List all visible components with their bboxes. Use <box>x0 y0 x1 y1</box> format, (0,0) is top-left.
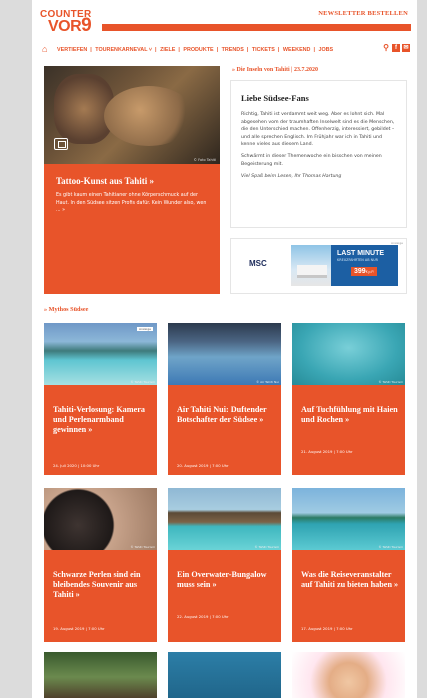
article-date: 19. August 2019 | 7:00 Uhr <box>53 626 105 631</box>
nav-item-tourenkarneval[interactable]: TOURENKARNEVAL ˅ <box>95 47 152 53</box>
search-icon[interactable]: ⚲ <box>382 44 390 52</box>
article-date: 17. August 2019 | 7:00 Uhr <box>301 626 353 631</box>
nav-item-ziele[interactable]: ZIELE <box>160 47 175 53</box>
article-date: 21. August 2019 | 7:00 Uhr <box>301 449 353 454</box>
article-image-partial[interactable] <box>292 652 405 698</box>
article-date: 20. August 2019 | 7:00 Uhr <box>177 463 229 468</box>
letter-paragraph-2: Schwärmt in dieser Themenwoche ein bissc… <box>241 153 382 167</box>
article-image-partial[interactable] <box>168 652 281 698</box>
facebook-icon[interactable]: f <box>392 44 400 52</box>
ad-headline: LAST MINUTE <box>337 250 385 257</box>
article-image[interactable]: © Tahiti Tourism <box>292 323 405 385</box>
article-date: 24. Juli 2020 | 10:00 Uhr <box>53 463 100 468</box>
article-card[interactable]: © Tahiti Tourism Auf Tuchfühlung mit Hai… <box>292 323 405 475</box>
image-credit: © Tahiti Tourism <box>130 380 155 384</box>
image-credit: © Tahiti Tourism <box>254 545 279 549</box>
header: COUNTER VOR9 NEWSLETTER BESTELLEN <box>32 0 417 40</box>
article-image-partial[interactable] <box>44 652 157 698</box>
article-card[interactable]: © Tahiti Tourism Was die Reiseveranstalt… <box>292 488 405 642</box>
logo-vor9[interactable]: VOR9 <box>48 15 92 37</box>
twitter-icon[interactable]: ✉ <box>402 44 410 52</box>
article-image[interactable]: © Tahiti Tourism <box>168 488 281 550</box>
letter-title: Liebe Südsee-Fans <box>241 93 309 103</box>
hero-article-card[interactable]: © Foto Tahiti Tattoo-Kunst aus Tahiti » … <box>44 66 220 294</box>
gallery-icon[interactable] <box>54 138 68 150</box>
article-card[interactable]: © Air Tahiti Nui Air Tahiti Nui: Duftend… <box>168 323 281 475</box>
main-nav: ⌂ VERTIEFEN | TOURENKARNEVAL ˅ | ZIELE | PR… <box>42 43 410 54</box>
image-credit: © Tahiti Tourism <box>378 380 403 384</box>
ad-price-suffix: € p.P. <box>365 270 375 274</box>
article-title[interactable]: Schwarze Perlen sind ein bleibendes Souv… <box>53 570 151 600</box>
header-bar <box>102 24 411 31</box>
editorial-letter: Liebe Südsee-Fans Richtig, Tahiti ist ve… <box>230 80 407 228</box>
nav-item-vertiefen[interactable]: VERTIEFEN <box>57 47 87 53</box>
section-title[interactable]: » Mythos Südsee <box>44 306 88 313</box>
ad-price-value: 399 <box>354 268 366 275</box>
nav-item-produkte[interactable]: PRODUKTE <box>183 47 213 53</box>
article-card[interactable]: Anzeige © Tahiti Tourism Tahiti-Verlosun… <box>44 323 157 475</box>
issue-date-link[interactable]: » Die Inseln von Tahiti | 23.7.2020 <box>232 67 318 73</box>
ad-badge: Anzeige <box>137 327 153 331</box>
msc-logo: MSC <box>241 245 291 286</box>
letter-paragraph: Richtig, Tahiti ist verdammt weit weg. A… <box>241 112 395 148</box>
home-icon[interactable]: ⌂ <box>42 44 47 54</box>
logo-nine: 9 <box>81 15 92 36</box>
article-title[interactable]: Was die Reiseveranstalter auf Tahiti zu … <box>301 570 399 590</box>
nav-item-trends[interactable]: TRENDS <box>222 47 244 53</box>
image-credit: © Air Tahiti Nui <box>256 380 279 384</box>
hero-image-credit: © Foto Tahiti <box>193 158 216 162</box>
logo-vor-text: VOR <box>48 18 82 35</box>
ad-banner[interactable]: MSC LAST MINUTE KREUZFAHRTEN AB NUR 399€… <box>241 245 398 286</box>
ad-price: 399€ p.P. <box>351 267 378 276</box>
article-title[interactable]: Auf Tuchfühlung mit Haien und Rochen » <box>301 405 399 425</box>
article-card[interactable]: © Tahiti Tourism Schwarze Perlen sind ei… <box>44 488 157 642</box>
article-card[interactable]: © Tahiti Tourism Ein Overwater-Bungalow … <box>168 488 281 642</box>
nav-item-weekend[interactable]: WEEKEND <box>283 47 311 53</box>
hero-teaser[interactable]: Es gibt kaum einen Tahitianer ohne Körpe… <box>56 192 211 215</box>
ad-brand: MSC <box>249 259 267 268</box>
ad-subline: KREUZFAHRTEN AB NUR <box>337 258 379 262</box>
hero-title[interactable]: Tattoo-Kunst aus Tahiti » <box>56 176 154 186</box>
article-title[interactable]: Air Tahiti Nui: Duftender Botschafter de… <box>177 405 275 425</box>
article-image[interactable]: © Tahiti Tourism <box>292 488 405 550</box>
article-image[interactable]: © Air Tahiti Nui <box>168 323 281 385</box>
article-title[interactable]: Ein Overwater-Bungalow muss sein » <box>177 570 275 590</box>
image-credit: © Tahiti Tourism <box>378 545 403 549</box>
newsletter-subscribe-link[interactable]: NEWSLETTER BESTELLEN <box>318 10 408 17</box>
nav-item-tickets[interactable]: TICKETS <box>252 47 275 53</box>
article-date: 22. August 2019 | 7:00 Uhr <box>177 614 229 619</box>
letter-signature: Viel Spaß beim Lesen, Ihr Thomas Hartung <box>241 174 342 180</box>
article-image[interactable]: © Tahiti Tourism <box>44 488 157 550</box>
ad-container: Anzeige MSC LAST MINUTE KREUZFAHRTEN AB … <box>230 238 407 294</box>
article-title[interactable]: Tahiti-Verlosung: Kamera und Perlenarmba… <box>53 405 151 435</box>
ship-image <box>291 245 331 286</box>
image-credit: © Tahiti Tourism <box>130 545 155 549</box>
hero-image[interactable]: © Foto Tahiti <box>44 66 220 164</box>
nav-item-jobs[interactable]: JOBS <box>318 47 333 53</box>
newsletter-page: COUNTER VOR9 NEWSLETTER BESTELLEN ⌂ VERT… <box>32 0 417 698</box>
article-image[interactable]: Anzeige © Tahiti Tourism <box>44 323 157 385</box>
